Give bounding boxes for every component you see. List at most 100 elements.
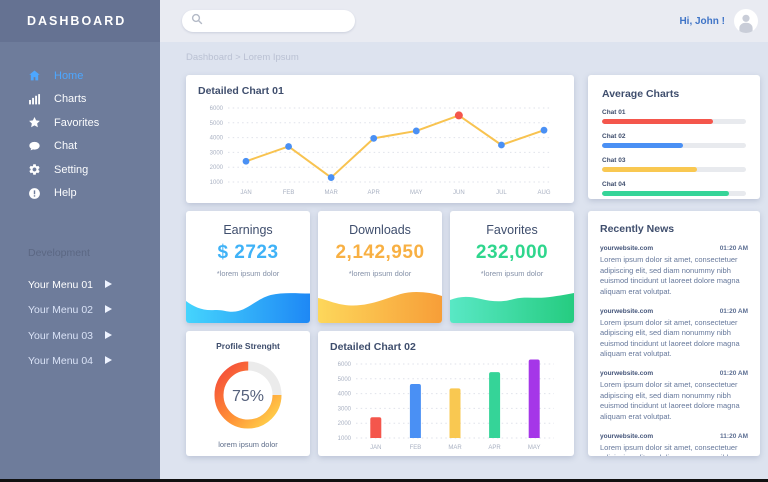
search-bar[interactable] bbox=[182, 10, 355, 32]
news-source[interactable]: yourwebsite.com bbox=[600, 308, 653, 315]
progress-fill bbox=[602, 191, 729, 196]
news-time: 01:20 AM bbox=[720, 245, 748, 252]
profile-caption: lorem ipsum dolor bbox=[218, 440, 278, 449]
progress-track bbox=[602, 167, 746, 172]
progress-label: Chat 01 bbox=[602, 109, 746, 116]
stat-value: 232,000 bbox=[476, 242, 548, 264]
svg-text:JAN: JAN bbox=[370, 445, 381, 451]
home-icon bbox=[28, 69, 42, 83]
news-item: yourwebsite.com 01:20 AM Lorem ipsum dol… bbox=[600, 370, 748, 423]
news-source[interactable]: yourwebsite.com bbox=[600, 245, 653, 252]
news-item: yourwebsite.com 11:20 AM Lorem ipsum dol… bbox=[600, 433, 748, 456]
sidebar-item-label: Home bbox=[54, 70, 83, 82]
dev-menu-list: Your Menu 01 Your Menu 02 Your Menu 03 bbox=[0, 272, 160, 374]
area-sparkline bbox=[186, 289, 310, 323]
stat-caption: *lorem ipsum dolor bbox=[349, 269, 412, 278]
donut-chart: 75% bbox=[209, 351, 287, 439]
detailed-chart-02-card: Detailed Chart 02 1000200030004000500060… bbox=[318, 331, 574, 456]
avatar[interactable] bbox=[734, 9, 758, 33]
progress-fill bbox=[602, 143, 683, 148]
news-item: yourwebsite.com 01:20 AM Lorem ipsum dol… bbox=[600, 245, 748, 298]
svg-text:6000: 6000 bbox=[338, 362, 352, 368]
app-title: DASHBOARD bbox=[0, 0, 160, 42]
stat-value: $ 2723 bbox=[217, 242, 278, 264]
svg-text:3000: 3000 bbox=[210, 150, 224, 156]
news-list: yourwebsite.com 01:20 AM Lorem ipsum dol… bbox=[600, 245, 748, 456]
progress-track bbox=[602, 119, 746, 124]
bar-chart: 100020003000400050006000JANFEBMARAPRMAY bbox=[330, 356, 562, 453]
sidebar: DASHBOARD Home Charts Favorites Chat Set… bbox=[0, 0, 160, 482]
sidebar-item-home[interactable]: Home bbox=[0, 64, 160, 88]
news-time: 01:20 AM bbox=[720, 370, 748, 377]
progress-track bbox=[602, 143, 746, 148]
progress-label: Chat 03 bbox=[602, 157, 746, 164]
dev-menu-label: Your Menu 04 bbox=[28, 355, 93, 367]
panel-title: Recently News bbox=[600, 223, 748, 235]
dev-menu-label: Your Menu 01 bbox=[28, 279, 93, 291]
main-area: Hi, John ! Dashboard > Lorem Ipsum Detai… bbox=[160, 0, 768, 482]
svg-text:AUG: AUG bbox=[537, 190, 550, 196]
stat-card-earnings: Earnings $ 2723 *lorem ipsum dolor bbox=[186, 211, 310, 323]
svg-text:JAN: JAN bbox=[240, 190, 251, 196]
sidebar-item-label: Help bbox=[54, 187, 77, 199]
dev-menu-item-1[interactable]: Your Menu 01 bbox=[0, 272, 160, 298]
search-input[interactable] bbox=[203, 15, 346, 28]
svg-text:JUL: JUL bbox=[496, 190, 507, 196]
svg-text:3000: 3000 bbox=[338, 406, 352, 412]
news-body: Lorem ipsum dolor sit amet, consectetuer… bbox=[600, 443, 748, 456]
chart-title: Detailed Chart 01 bbox=[198, 85, 562, 97]
svg-text:2000: 2000 bbox=[338, 421, 352, 427]
chat-icon bbox=[28, 139, 42, 153]
svg-text:1000: 1000 bbox=[210, 180, 224, 186]
stat-value: 2,142,950 bbox=[335, 242, 424, 264]
dev-menu-item-2[interactable]: Your Menu 02 bbox=[0, 298, 160, 324]
stat-caption: *lorem ipsum dolor bbox=[481, 269, 544, 278]
stat-caption: *lorem ipsum dolor bbox=[217, 269, 280, 278]
news-time: 01:20 AM bbox=[720, 308, 748, 315]
recently-news-card: Recently News yourwebsite.com 01:20 AM L… bbox=[588, 211, 760, 456]
svg-text:MAR: MAR bbox=[448, 445, 462, 451]
news-time: 11:20 AM bbox=[720, 433, 748, 440]
topbar: Hi, John ! bbox=[160, 0, 768, 42]
svg-text:MAY: MAY bbox=[528, 445, 541, 451]
user-greeting: Hi, John ! bbox=[679, 16, 725, 27]
svg-text:75%: 75% bbox=[232, 388, 264, 405]
dev-menu-item-4[interactable]: Your Menu 04 bbox=[0, 349, 160, 375]
svg-text:1000: 1000 bbox=[338, 436, 352, 442]
news-body: Lorem ipsum dolor sit amet, consectetuer… bbox=[600, 255, 748, 298]
stat-title: Favorites bbox=[486, 223, 537, 237]
chevron-right-icon bbox=[105, 355, 112, 367]
sidebar-item-help[interactable]: Help bbox=[0, 182, 160, 206]
dev-menu-label: Your Menu 02 bbox=[28, 304, 93, 316]
sidebar-item-favorites[interactable]: Favorites bbox=[0, 111, 160, 135]
svg-text:FEB: FEB bbox=[283, 190, 295, 196]
svg-text:5000: 5000 bbox=[338, 377, 352, 383]
svg-text:APR: APR bbox=[368, 190, 381, 196]
news-body: Lorem ipsum dolor sit amet, consectetuer… bbox=[600, 380, 748, 423]
profile-title: Profile Strenght bbox=[216, 341, 280, 351]
breadcrumb: Dashboard > Lorem Ipsum bbox=[186, 52, 760, 63]
news-source[interactable]: yourwebsite.com bbox=[600, 433, 653, 440]
stat-cards-row: Earnings $ 2723 *lorem ipsum dolor Downl… bbox=[186, 211, 574, 323]
help-icon bbox=[28, 186, 42, 200]
svg-text:APR: APR bbox=[488, 445, 501, 451]
sidebar-item-label: Charts bbox=[54, 93, 86, 105]
panel-title: Average Charts bbox=[602, 88, 746, 100]
charts-icon bbox=[28, 92, 42, 106]
svg-text:5000: 5000 bbox=[210, 121, 224, 127]
user-icon bbox=[734, 9, 758, 33]
dev-menu-item-3[interactable]: Your Menu 03 bbox=[0, 323, 160, 349]
sidebar-item-label: Favorites bbox=[54, 117, 99, 129]
average-charts-card: Average Charts Chat 01 Chat 02 Chat 03 C… bbox=[588, 75, 760, 199]
progress-row: Chat 01 bbox=[602, 109, 746, 124]
sidebar-item-setting[interactable]: Setting bbox=[0, 158, 160, 182]
chevron-right-icon bbox=[105, 279, 112, 291]
svg-text:4000: 4000 bbox=[210, 136, 224, 142]
area-sparkline bbox=[318, 289, 442, 323]
progress-fill bbox=[602, 119, 713, 124]
sidebar-item-charts[interactable]: Charts bbox=[0, 88, 160, 112]
progress-row: Chat 04 bbox=[602, 181, 746, 196]
svg-text:FEB: FEB bbox=[410, 445, 422, 451]
sidebar-item-chat[interactable]: Chat bbox=[0, 135, 160, 159]
news-source[interactable]: yourwebsite.com bbox=[600, 370, 653, 377]
